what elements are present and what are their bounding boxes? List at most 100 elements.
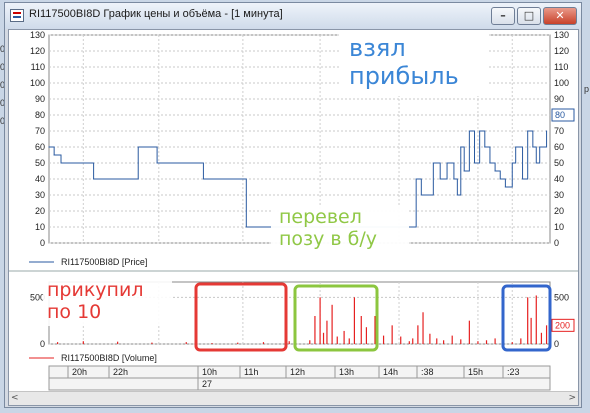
price-y-tick-right: 90 [554, 94, 564, 104]
price-y-tick-right: 70 [554, 126, 564, 136]
price-point [532, 146, 534, 148]
price-point [60, 162, 62, 164]
price-y-tick-right: 130 [554, 30, 569, 40]
time-axis-label: 11h [244, 367, 258, 377]
scroll-left-arrow-icon[interactable]: < [11, 392, 19, 405]
price-point [468, 130, 470, 132]
time-axis-label: 20h [72, 367, 87, 377]
title-bar[interactable]: RI117500BI8D График цены и объёма - [1 м… [5, 3, 581, 29]
price-point [484, 146, 486, 148]
time-axis-label: 12h [290, 367, 305, 377]
price-point [527, 130, 529, 132]
price-legend: RI117500BI8D [Price] [61, 257, 147, 267]
volume-y-tick-right: 0 [554, 339, 559, 349]
price-point [420, 194, 422, 196]
price-point [268, 226, 270, 228]
price-point [48, 146, 50, 148]
price-y-tick-left: 60 [35, 142, 45, 152]
price-point [479, 130, 481, 132]
time-axis-label: :23 [507, 367, 520, 377]
price-y-tick-left: 50 [35, 158, 45, 168]
price-y-tick-right: 60 [554, 142, 564, 152]
price-point [535, 162, 537, 164]
price-point [93, 178, 95, 180]
volume-legend: RI117500BI8D [Volume] [61, 353, 157, 363]
price-y-tick-right: 0 [554, 238, 559, 248]
price-y-tick-right: 30 [554, 190, 564, 200]
price-point [77, 162, 79, 164]
price-y-tick-right: 120 [554, 46, 569, 56]
price-point [511, 162, 513, 164]
chart-app-icon [10, 9, 24, 22]
price-y-tick-left: 70 [35, 126, 45, 136]
price-y-tick-right: 40 [554, 174, 564, 184]
price-point [539, 146, 541, 148]
price-point [474, 162, 476, 164]
price-y-tick-left: 40 [35, 174, 45, 184]
date-axis-label: 27 [202, 379, 212, 389]
price-y-tick-right: 110 [554, 62, 568, 72]
time-axis-row2 [48, 377, 551, 391]
close-button[interactable]: ✕ [543, 7, 577, 25]
time-axis-label: 15h [468, 367, 483, 377]
price-point [515, 146, 517, 148]
price-point [546, 130, 548, 132]
time-axis-label: 22h [113, 367, 128, 377]
price-point [245, 226, 247, 228]
price-point [130, 178, 132, 180]
price-point [460, 146, 462, 148]
horizontal-scrollbar[interactable]: < > [9, 391, 578, 405]
price-current-value: 80 [555, 110, 565, 120]
time-axis-label: :38 [421, 367, 434, 377]
annotation-took-profit-text: взял прибыль [349, 34, 459, 90]
price-point [439, 178, 441, 180]
window-title: RI117500BI8D График цены и объёма - [1 м… [29, 8, 283, 20]
price-point [87, 162, 89, 164]
price-y-tick-right: 20 [554, 206, 564, 216]
price-point [456, 194, 458, 196]
price-point [220, 178, 222, 180]
price-point [453, 178, 455, 180]
right-edge-fragment: р [584, 84, 590, 94]
price-point [202, 178, 204, 180]
annotation-took-profit: взял прибыль [339, 31, 489, 97]
volume-current-value: 200 [555, 320, 570, 330]
annotation-bought-more-text: прикупил по 10 [47, 279, 144, 323]
price-y-tick-right: 50 [554, 158, 564, 168]
annotation-bought-more: прикупил по 10 [43, 278, 172, 326]
volume-y-tick-left: 0 [40, 339, 45, 349]
price-y-tick-left: 130 [30, 30, 45, 40]
price-point [89, 162, 91, 164]
price-point [522, 178, 524, 180]
price-y-tick-left: 30 [35, 190, 45, 200]
price-point [53, 154, 55, 156]
scroll-right-arrow-icon[interactable]: > [568, 392, 576, 405]
price-point [432, 162, 434, 164]
price-y-tick-left: 110 [31, 62, 45, 72]
price-y-tick-left: 20 [35, 206, 45, 216]
price-y-tick-right: 100 [554, 78, 569, 88]
chart-window: RI117500BI8D График цены и объёма - [1 м… [4, 2, 582, 408]
price-point [494, 170, 496, 172]
price-point [446, 162, 448, 164]
price-point [463, 170, 465, 172]
price-y-tick-left: 90 [35, 94, 45, 104]
minimize-button[interactable]: – [491, 7, 515, 25]
price-y-tick-left: 10 [35, 222, 45, 232]
price-point [415, 178, 417, 180]
price-point [137, 146, 139, 148]
volume-y-tick-right: 500 [554, 292, 569, 302]
maximize-button[interactable]: □ [517, 7, 541, 25]
price-point [489, 162, 491, 164]
price-point [425, 194, 427, 196]
annotation-moved-breakeven: перевел позу в б/у [271, 205, 409, 255]
price-y-tick-left: 80 [35, 110, 45, 120]
price-y-tick-right: 10 [554, 222, 564, 232]
time-axis-label: 13h [339, 367, 354, 377]
price-y-tick-left: 120 [30, 46, 45, 56]
time-axis-label: 14h [383, 367, 398, 377]
chart-area: 0 0 10 10 20 20 30 30 40 40 50 50 60 60 70 70 80 80 90 90 10… [8, 29, 579, 406]
price-point [156, 162, 158, 164]
annotation-moved-breakeven-text: перевел позу в б/у [279, 206, 378, 250]
price-point [259, 226, 261, 228]
